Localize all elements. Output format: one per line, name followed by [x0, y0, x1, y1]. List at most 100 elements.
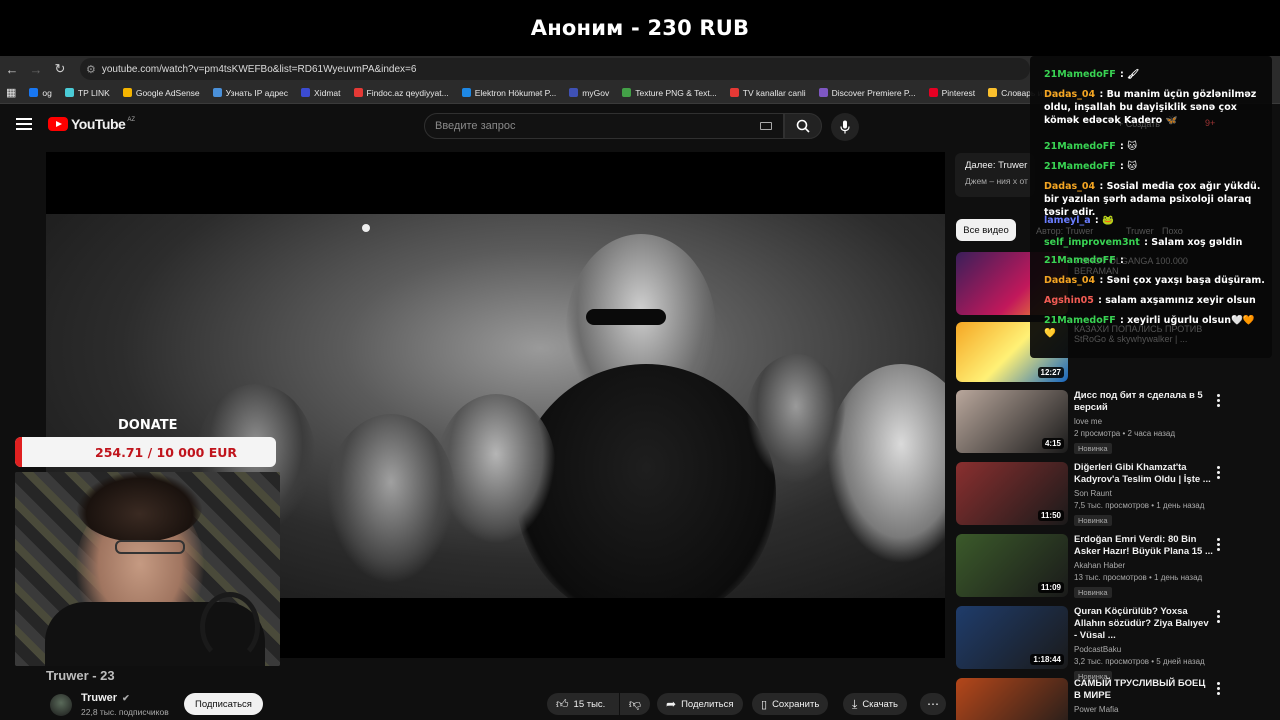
bookmark-label: Findoc.az qeydiyyat... — [366, 87, 449, 98]
bookmark-item[interactable]: Google AdSense — [122, 88, 200, 98]
bookmark-favicon-icon — [569, 88, 579, 97]
chat-username: 21MamedoFF — [1044, 141, 1116, 152]
bookmark-icon: ▯ — [761, 698, 768, 711]
up-next-card[interactable]: Далее: Truwer Джем – ния x от — [955, 153, 1035, 197]
chat-username: Dadas_04 — [1044, 89, 1096, 100]
new-badge: Новинка — [1074, 515, 1112, 526]
share-button[interactable]: ➦ Поделиться — [657, 693, 743, 715]
bookmark-label: Узнать IP адрес — [225, 87, 289, 98]
dislike-button[interactable]: 👎︎ — [620, 693, 650, 715]
channel-avatar[interactable] — [50, 694, 72, 716]
more-actions-button[interactable]: ⋯ — [920, 693, 946, 715]
bookmark-favicon-icon — [301, 88, 311, 97]
download-icon: ⤓ — [852, 696, 858, 711]
recommendation-info[interactable]: Diğerleri Gibi Khamzat'ta Kadyrov'a Tesl… — [1074, 462, 1214, 528]
recommendation-thumbnail[interactable]: 4:15 — [956, 390, 1068, 453]
bookmark-item[interactable]: TP LINK — [64, 88, 110, 98]
more-options-icon[interactable] — [1214, 682, 1222, 697]
bookmark-favicon-icon — [622, 88, 632, 97]
more-options-icon[interactable] — [1214, 538, 1222, 553]
recommendation-thumbnail[interactable]: 1:18:44 — [956, 606, 1068, 669]
up-next-title: Далее: Truwer — [965, 160, 1028, 171]
recommendation-title: САМЫЙ ТРУСЛИВЫЙ БОЕЦ В МИРЕ — [1074, 678, 1206, 701]
bookmark-favicon-icon — [461, 88, 471, 97]
recommendation-thumbnail[interactable] — [956, 678, 1068, 720]
bookmark-favicon-icon — [353, 88, 363, 97]
bookmark-favicon-icon — [729, 88, 739, 97]
more-options-icon[interactable] — [1214, 610, 1222, 625]
bookmark-item[interactable]: Узнать IP адрес — [212, 87, 289, 98]
site-info-icon[interactable]: ⚙ — [86, 63, 96, 76]
video-duration: 1:18:44 — [1030, 654, 1064, 665]
recommendation-info[interactable]: Дисс под бит я сделала в 5 версий love me… — [1074, 390, 1214, 456]
microphone-icon — [840, 120, 850, 134]
recommendation-info[interactable]: САМЫЙ ТРУСЛИВЫЙ БОЕЦ В МИРЕ Power Mafia — [1074, 678, 1214, 714]
share-icon: ➦ — [666, 697, 677, 711]
channel-name[interactable]: Truwer ✔ — [81, 692, 130, 704]
bookmark-item[interactable]: Findoc.az qeydiyyat... — [353, 87, 449, 98]
subscribe-button[interactable]: Подписаться — [184, 693, 263, 715]
bookmark-item[interactable]: TV kanallar canli — [729, 88, 806, 98]
reload-icon[interactable]: ↻ — [48, 57, 72, 81]
chat-separator: : — [1096, 181, 1107, 192]
bookmark-item[interactable]: Elektron Hökumət P... — [461, 87, 557, 98]
bookmark-item[interactable]: myGov — [569, 88, 609, 98]
bookmark-label: Xidmat — [314, 87, 341, 98]
keyboard-icon[interactable] — [760, 122, 772, 130]
bookmark-item[interactable]: og — [29, 88, 52, 98]
chat-separator: : — [1094, 295, 1106, 306]
chat-separator: : — [1116, 69, 1128, 80]
bookmark-item[interactable]: Pinterest — [928, 88, 975, 98]
donation-alert-text: Аноним - 230 RUB — [530, 16, 750, 40]
more-options-icon[interactable] — [1214, 466, 1222, 481]
chat-username: 21MamedoFF — [1044, 315, 1116, 326]
search-button[interactable] — [784, 113, 822, 139]
search-input[interactable]: Введите запрос — [424, 113, 784, 139]
menu-icon[interactable] — [16, 118, 32, 130]
chat-message: lameyl_a : 🐸 — [1044, 214, 1266, 227]
youtube-play-icon — [48, 117, 68, 131]
stream-chat-overlay: + Создать 9+ Автор: Truwer Truwer Похо 7… — [1030, 56, 1272, 358]
save-button[interactable]: ▯ Сохранить — [752, 693, 829, 715]
more-options-icon[interactable] — [1214, 394, 1222, 409]
bookmark-label: Texture PNG & Text... — [635, 87, 717, 98]
more-icon: ⋯ — [927, 697, 939, 711]
chat-separator: : — [1096, 89, 1107, 100]
donate-label: DONATE — [118, 418, 178, 433]
back-arrow-icon[interactable]: ← — [0, 57, 24, 81]
chat-username: self_improvem3nt — [1044, 237, 1140, 248]
like-button[interactable]: 👍︎ 15 тыс. — [547, 693, 619, 715]
recommendation-thumbnail[interactable]: 11:50 — [956, 462, 1068, 525]
chat-message: 21MamedoFF : 🐱 — [1044, 140, 1266, 153]
thumbs-up-icon: 👍︎ — [556, 696, 569, 711]
youtube-logo[interactable]: YouTube AZ — [48, 116, 135, 132]
search-placeholder: Введите запрос — [435, 120, 516, 132]
recommendation-meta: 7,5 тыс. просмотров • 1 день назад — [1074, 501, 1205, 510]
bookmark-label: Elektron Hökumət P... — [474, 87, 557, 98]
filter-chip-all[interactable]: Все видео — [956, 219, 1016, 241]
recommendation-info[interactable]: Quran Köçürülüb? Yoxsa Allahın sözüdür? … — [1074, 606, 1214, 684]
chat-message: Agshin05 : salam axşamınız xeyir olsun — [1044, 294, 1266, 307]
video-duration: 11:50 — [1037, 510, 1064, 521]
forward-arrow-icon[interactable]: → — [24, 57, 48, 81]
bookmark-item[interactable]: Xidmat — [301, 87, 341, 98]
voice-search-button[interactable] — [831, 113, 859, 141]
recommendation-meta: 3,2 тыс. просмотров • 5 дней назад — [1074, 657, 1205, 666]
region-code: AZ — [127, 117, 135, 123]
bookmark-item[interactable]: Discover Premiere P... — [818, 88, 916, 98]
webcam-overlay — [15, 472, 280, 666]
recommendation-thumbnail[interactable]: 11:09 — [956, 534, 1068, 597]
recommendation-info[interactable]: Erdoğan Emri Verdi: 80 Bin Asker Hazır! … — [1074, 534, 1214, 600]
url-text: youtube.com/watch?v=pm4tsKWEFBo&list=RD6… — [101, 63, 417, 75]
url-field[interactable]: ⚙ youtube.com/watch?v=pm4tsKWEFBo&list=R… — [80, 58, 1030, 80]
chat-message: 21MamedoFF : 🖌 — [1044, 68, 1266, 81]
apps-grid-icon[interactable]: ▦ — [6, 86, 16, 99]
chat-username: 21MamedoFF — [1044, 255, 1116, 266]
new-badge: Новинка — [1074, 443, 1112, 454]
chat-separator: : — [1116, 141, 1128, 152]
recommendation-channel: PodcastBaku — [1074, 645, 1122, 654]
download-button[interactable]: ⤓ Скачать — [843, 693, 907, 715]
bookmark-item[interactable]: Texture PNG & Text... — [622, 88, 717, 98]
tab-similar-ghost: Похо — [1162, 226, 1183, 236]
recommendation-channel: Akahan Haber — [1074, 561, 1126, 570]
